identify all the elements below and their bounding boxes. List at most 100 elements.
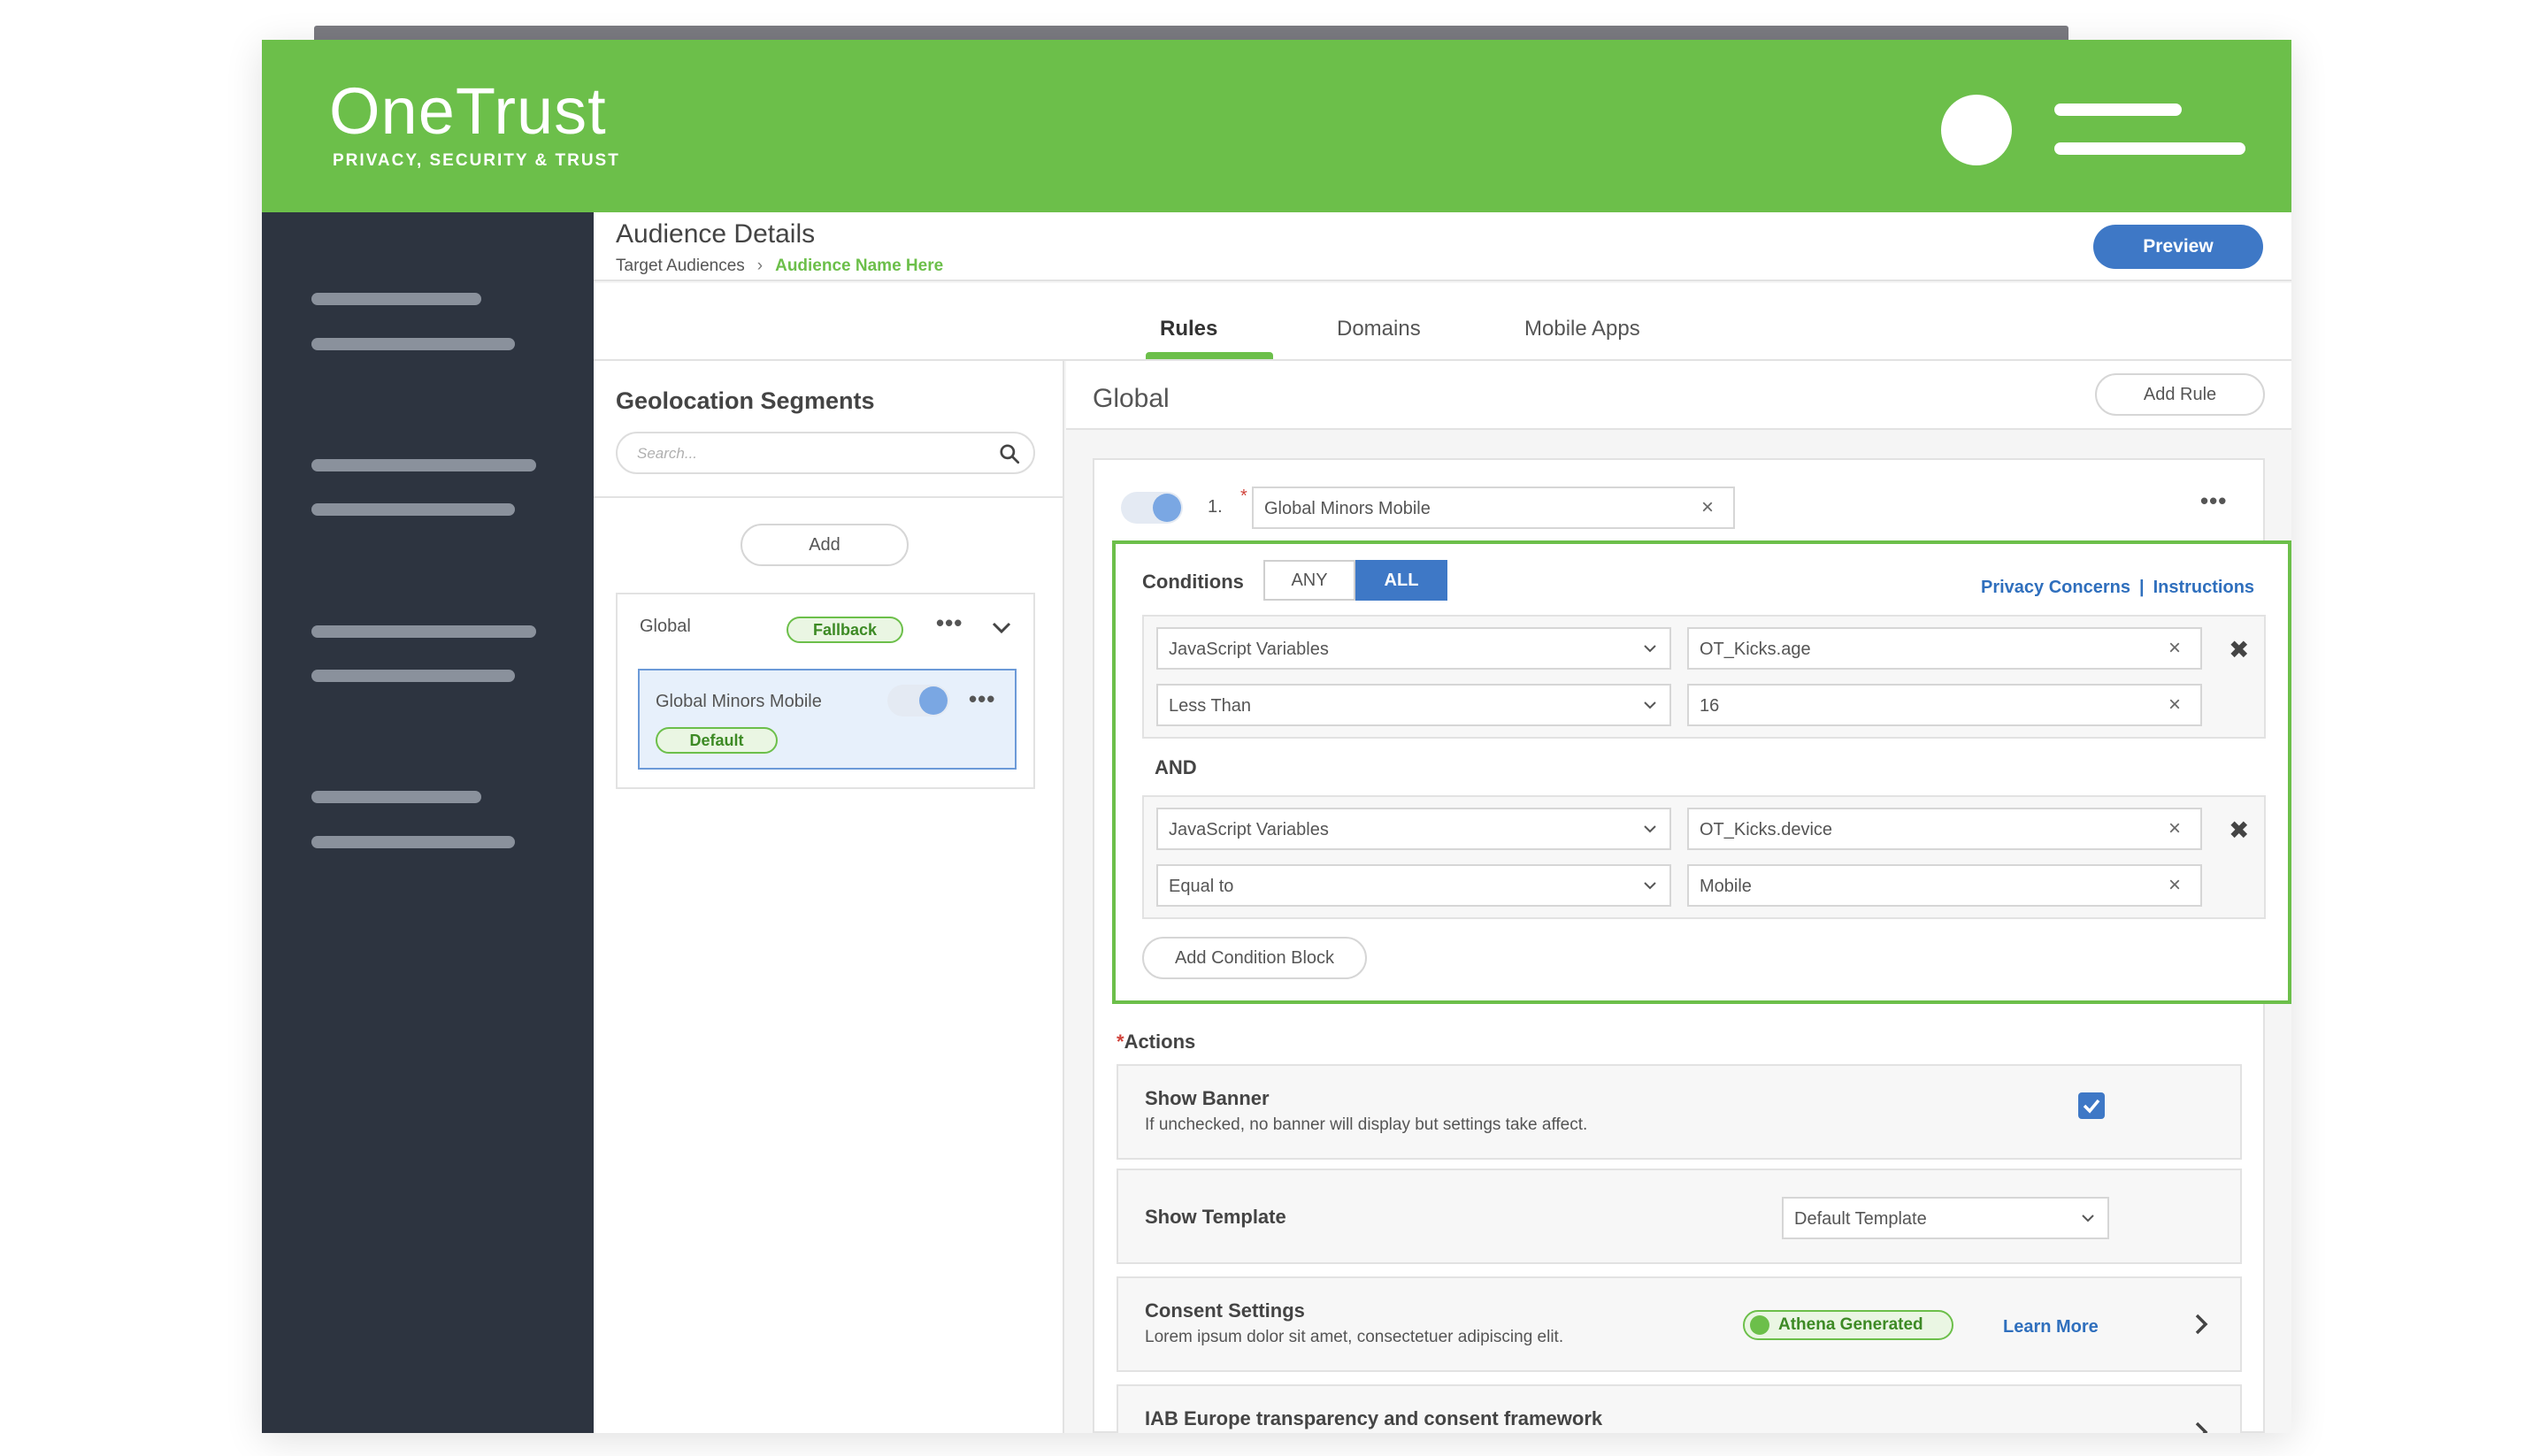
select-value: Default Template	[1794, 1209, 1927, 1229]
tab-mobile-apps[interactable]: Mobile Apps	[1524, 317, 1640, 341]
segment-item[interactable]: Global Minors Mobile Default •••	[638, 669, 1017, 770]
delete-condition-icon[interactable]: ✖	[2229, 818, 2249, 843]
condition-value-input[interactable]: 16 ×	[1687, 684, 2202, 726]
app-header: OneTrust PRIVACY, SECURITY & TRUST	[262, 40, 2291, 212]
action-title: Show Template	[1145, 1206, 1286, 1228]
required-marker: *	[1240, 487, 1247, 506]
operator-select[interactable]: Less Than	[1156, 684, 1671, 726]
search-placeholder: Search...	[637, 445, 698, 462]
athena-icon	[1750, 1315, 1769, 1335]
select-value: JavaScript Variables	[1169, 820, 1329, 839]
action-title: IAB Europe transparency and consent fram…	[1145, 1407, 1603, 1429]
variable-name-input[interactable]: OT_Kicks.age ×	[1687, 627, 2202, 670]
action-title: Consent Settings	[1145, 1299, 1305, 1322]
segment-search-input[interactable]: Search...	[616, 432, 1035, 474]
geolocation-segments-panel: Geolocation Segments Search... Add Globa…	[594, 361, 1064, 1433]
clear-icon[interactable]: ×	[2168, 638, 2181, 659]
chevron-down-icon	[1644, 645, 1656, 653]
action-consent-settings: Consent Settings Lorem ipsum dolor sit a…	[1117, 1276, 2242, 1372]
sidebar-item-placeholder[interactable]	[311, 670, 515, 682]
operator-select[interactable]: Equal to	[1156, 864, 1671, 907]
tab-domains[interactable]: Domains	[1337, 317, 1421, 341]
athena-generated-badge: Athena Generated	[1743, 1310, 1953, 1340]
instructions-link[interactable]: Instructions	[2153, 578, 2254, 597]
select-value: JavaScript Variables	[1169, 640, 1329, 659]
clear-icon[interactable]: ×	[2168, 818, 2181, 839]
page-header: Audience Details Target Audiences › Audien…	[594, 212, 2291, 281]
sidebar-item-placeholder[interactable]	[311, 459, 536, 471]
fallback-badge: Fallback	[787, 617, 903, 643]
add-segment-button[interactable]: Add	[741, 524, 909, 566]
sidebar-item-placeholder[interactable]	[311, 338, 515, 350]
learn-more-link[interactable]: Learn More	[2003, 1317, 2099, 1337]
segment-group-name[interactable]: Global	[640, 617, 691, 637]
header-placeholder-bar	[2054, 103, 2182, 116]
conditions-label: Conditions	[1142, 571, 1244, 593]
rules-title: Global	[1093, 384, 1170, 413]
rule-toggle[interactable]	[1121, 492, 1183, 524]
condition-value-input[interactable]: Mobile ×	[1687, 864, 2202, 907]
add-rule-button[interactable]: Add Rule	[2095, 373, 2265, 416]
input-value: OT_Kicks.device	[1700, 820, 1833, 839]
chevron-right-icon: ›	[756, 257, 764, 275]
segment-toggle[interactable]	[887, 685, 949, 717]
header-placeholder-bar	[2054, 142, 2245, 155]
sidebar	[262, 212, 594, 1433]
default-badge: Default	[656, 727, 778, 754]
privacy-concerns-link[interactable]: Privacy Concerns	[1981, 578, 2130, 597]
show-banner-checkbox[interactable]	[2078, 1092, 2105, 1119]
action-title: Show Banner	[1145, 1087, 1270, 1109]
input-value: Mobile	[1700, 877, 1752, 896]
variable-type-select[interactable]: JavaScript Variables	[1156, 627, 1671, 670]
app-frame: OneTrust PRIVACY, SECURITY & TRUST Audie…	[262, 40, 2291, 1433]
variable-name-input[interactable]: OT_Kicks.device ×	[1687, 808, 2202, 850]
condition-block: JavaScript Variables OT_Kicks.age × Less…	[1142, 615, 2266, 739]
preview-button[interactable]: Preview	[2093, 225, 2263, 269]
action-description: Lorem ipsum dolor sit amet, consectetuer…	[1145, 1328, 1564, 1346]
chevron-right-icon[interactable]	[2193, 1420, 2209, 1433]
chevron-right-icon[interactable]	[2193, 1312, 2209, 1337]
breadcrumb: Target Audiences › Audience Name Here	[616, 257, 943, 276]
rule-name-input[interactable]: Global Minors Mobile ×	[1252, 487, 1735, 529]
chevron-down-icon	[2082, 1215, 2094, 1222]
breadcrumb-item[interactable]: Target Audiences	[616, 257, 745, 275]
chevron-down-icon[interactable]	[991, 621, 1012, 635]
input-value: 16	[1700, 696, 1720, 716]
sidebar-item-placeholder[interactable]	[311, 503, 515, 516]
actions-label: *Actions	[1117, 1031, 1195, 1054]
tab-bar: Rules Domains Mobile Apps	[594, 283, 2291, 361]
and-join-label: AND	[1155, 756, 1197, 778]
tab-rules[interactable]: Rules	[1160, 317, 1217, 341]
add-condition-block-button[interactable]: Add Condition Block	[1142, 937, 1367, 979]
clear-icon[interactable]: ×	[2168, 694, 2181, 716]
user-avatar[interactable]	[1941, 95, 2012, 165]
brand-tagline: PRIVACY, SECURITY & TRUST	[333, 151, 620, 170]
more-options-icon[interactable]: •••	[2200, 489, 2227, 512]
page-title: Audience Details	[616, 219, 816, 249]
more-options-icon[interactable]: •••	[969, 687, 995, 710]
rule-name-value: Global Minors Mobile	[1264, 499, 1431, 518]
actions-label-text: Actions	[1124, 1031, 1196, 1053]
badge-text: Athena Generated	[1778, 1315, 1923, 1334]
select-value: Equal to	[1169, 877, 1234, 896]
variable-type-select[interactable]: JavaScript Variables	[1156, 808, 1671, 850]
toggle-knob	[919, 686, 948, 715]
delete-condition-icon[interactable]: ✖	[2229, 638, 2249, 663]
clear-icon[interactable]: ×	[2168, 875, 2181, 896]
search-icon[interactable]	[998, 442, 1021, 465]
checkmark-icon	[2083, 1099, 2100, 1114]
segment-item-name: Global Minors Mobile	[656, 692, 822, 711]
clear-icon[interactable]: ×	[1701, 497, 1714, 518]
template-select[interactable]: Default Template	[1782, 1197, 2109, 1239]
action-description: If unchecked, no banner will display but…	[1145, 1115, 1588, 1134]
sidebar-item-placeholder[interactable]	[311, 791, 481, 803]
brand-logo[interactable]: OneTrust	[329, 73, 607, 149]
link-separator: |	[2138, 578, 2145, 597]
more-options-icon[interactable]: •••	[936, 611, 963, 634]
action-show-banner: Show Banner If unchecked, no banner will…	[1117, 1064, 2242, 1160]
sidebar-item-placeholder[interactable]	[311, 836, 515, 848]
sidebar-item-placeholder[interactable]	[311, 625, 536, 638]
condition-all-button[interactable]: ALL	[1355, 560, 1447, 601]
condition-any-button[interactable]: ANY	[1263, 560, 1355, 601]
sidebar-item-placeholder[interactable]	[311, 293, 481, 305]
